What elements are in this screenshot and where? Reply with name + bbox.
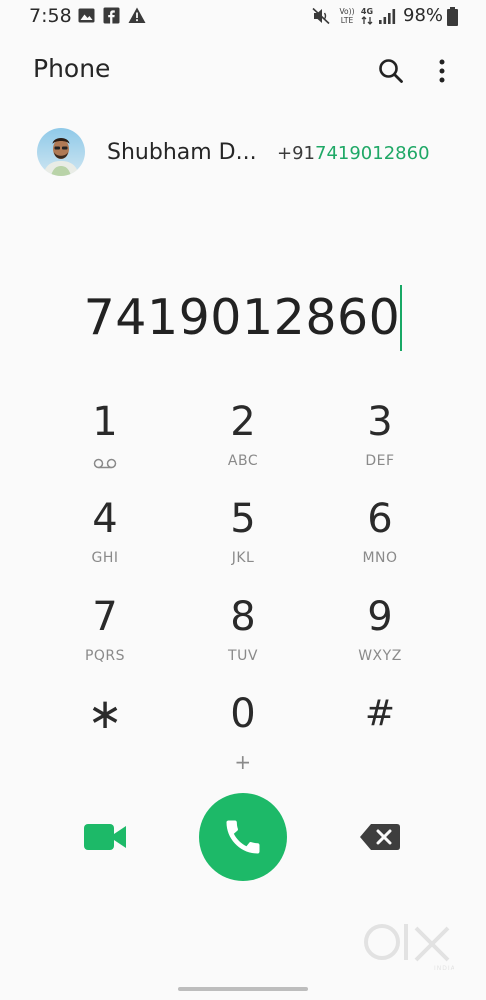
dialed-number: 7419012860 <box>83 289 401 346</box>
key-letters: JKL <box>231 550 255 566</box>
battery-icon <box>447 7 458 30</box>
gesture-bar[interactable] <box>178 987 308 991</box>
key-4[interactable]: 4 GHI <box>45 495 165 585</box>
key-6[interactable]: 6 MNO <box>320 495 440 585</box>
key-3[interactable]: 3 DEF <box>320 398 440 488</box>
key-digit: 2 <box>230 399 256 445</box>
key-letters: DEF <box>365 453 395 469</box>
key-digit: 4 <box>92 496 118 542</box>
contact-number-match: 7419012860 <box>315 143 430 164</box>
svg-text:INDIA: INDIA <box>434 965 454 972</box>
page-title: Phone <box>33 54 111 83</box>
status-time: 7:58 <box>29 5 72 27</box>
key-digit: # <box>364 693 396 734</box>
phone-icon <box>226 820 260 854</box>
key-2[interactable]: 2 ABC <box>183 398 303 488</box>
key-8[interactable]: 8 TUV <box>183 593 303 683</box>
key-digit: 5 <box>230 496 256 542</box>
key-digit: 9 <box>367 594 393 640</box>
voicemail-icon <box>93 455 117 474</box>
mute-icon <box>312 7 330 29</box>
key-letters: TUV <box>228 648 258 664</box>
key-1[interactable]: 1 <box>45 398 165 488</box>
search-icon[interactable] <box>378 58 404 88</box>
backspace-icon[interactable] <box>359 823 401 855</box>
text-cursor <box>400 285 403 351</box>
key-9[interactable]: 9 WXYZ <box>320 593 440 683</box>
more-options-icon[interactable] <box>437 58 447 88</box>
key-letters: MNO <box>362 550 398 566</box>
key-0[interactable]: 0 + <box>183 690 303 780</box>
key-digit: 6 <box>367 496 393 542</box>
key-letters: + <box>234 750 252 774</box>
key-letters: WXYZ <box>358 648 402 664</box>
key-letters: PQRS <box>84 648 126 664</box>
olx-watermark: INDIA <box>362 920 455 976</box>
battery-percent: 98% <box>403 5 444 26</box>
key-digit: 0 <box>230 691 256 737</box>
key-letters: GHI <box>91 550 119 566</box>
key-hash[interactable]: # <box>320 690 440 780</box>
key-digit: 1 <box>92 399 118 445</box>
volte-icon: Vo)) LTE <box>337 6 357 30</box>
signal-icon <box>378 8 398 29</box>
key-digit: 3 <box>367 399 393 445</box>
status-bar: 7:58 Vo)) LTE 4G 98% <box>0 0 486 34</box>
dialed-number-field[interactable]: 7419012860 <box>0 282 486 354</box>
video-call-icon[interactable] <box>84 822 128 856</box>
key-digit: 8 <box>230 594 256 640</box>
key-star[interactable]: ∗ <box>45 690 165 780</box>
key-letters: ABC <box>227 453 259 469</box>
contact-name: Shubham D... <box>107 140 257 165</box>
key-5[interactable]: 5 JKL <box>183 495 303 585</box>
network-4g-icon: 4G <box>360 6 374 30</box>
facebook-icon <box>103 7 120 28</box>
key-digit: 7 <box>92 594 118 640</box>
alert-icon <box>128 7 146 28</box>
key-digit: ∗ <box>87 689 123 738</box>
svg-text:Vo)): Vo)) <box>340 7 355 16</box>
gallery-icon <box>78 7 95 28</box>
suggested-contact[interactable]: Shubham D... +917419012860 <box>0 122 486 186</box>
key-7[interactable]: 7 PQRS <box>45 593 165 683</box>
svg-text:4G: 4G <box>361 7 373 16</box>
contact-number-prefix: +91 <box>277 143 315 164</box>
call-button[interactable] <box>199 793 287 881</box>
avatar <box>37 128 85 176</box>
contact-number: +917419012860 <box>277 143 430 164</box>
svg-text:LTE: LTE <box>341 16 354 25</box>
